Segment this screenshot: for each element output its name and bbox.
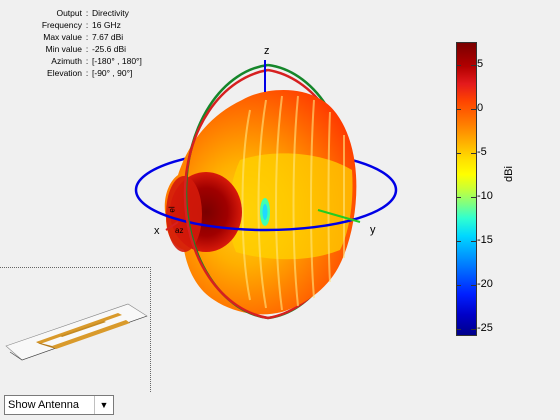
antenna-preview-panel bbox=[0, 267, 151, 392]
x-axis-label: x bbox=[154, 225, 160, 237]
pattern-yellow-band bbox=[228, 153, 353, 260]
colorbar-tick-label: -25 bbox=[477, 321, 493, 334]
colorbar-tick-mark bbox=[456, 153, 461, 154]
colorbar-tick-mark bbox=[456, 329, 461, 330]
colorbar-tick-mark bbox=[456, 65, 461, 66]
dropdown-value: Show Antenna bbox=[8, 399, 79, 411]
y-axis-label: y bbox=[370, 224, 376, 236]
colorbar-tick-label: -15 bbox=[477, 233, 493, 246]
z-axis-label: z bbox=[264, 45, 270, 57]
colorbar-tick-mark bbox=[471, 329, 476, 330]
colorbar-tick-mark bbox=[471, 197, 476, 198]
pattern-min-spot-core bbox=[262, 204, 268, 220]
colorbar-tick-mark bbox=[471, 241, 476, 242]
colorbar-tick-label: -5 bbox=[477, 146, 487, 159]
elevation-marker-label: el bbox=[167, 206, 177, 213]
chevron-down-icon[interactable]: ▼ bbox=[94, 396, 113, 414]
azimuth-marker-label: az bbox=[175, 226, 184, 235]
colorbar-tick-label: 5 bbox=[477, 58, 484, 71]
colorbar-tick-mark bbox=[456, 285, 461, 286]
colorbar-tick-mark bbox=[471, 65, 476, 66]
antenna-preview bbox=[5, 303, 148, 361]
colorbar-tick-mark bbox=[456, 241, 461, 242]
colorbar-tick-mark bbox=[456, 197, 461, 198]
colorbar bbox=[456, 42, 477, 336]
colorbar-tick-mark bbox=[456, 109, 461, 110]
colorbar-tick-label: -20 bbox=[477, 277, 493, 290]
colorbar-tick-mark bbox=[471, 285, 476, 286]
colorbar-tick-label: -10 bbox=[477, 190, 493, 203]
colorbar-tick-label: 0 bbox=[477, 102, 484, 115]
colorbar-tick-mark bbox=[471, 153, 476, 154]
colorbar-label: dBi bbox=[503, 166, 515, 182]
colorbar-tick-mark bbox=[471, 109, 476, 110]
show-antenna-dropdown[interactable]: Show Antenna ▼ bbox=[4, 395, 114, 415]
